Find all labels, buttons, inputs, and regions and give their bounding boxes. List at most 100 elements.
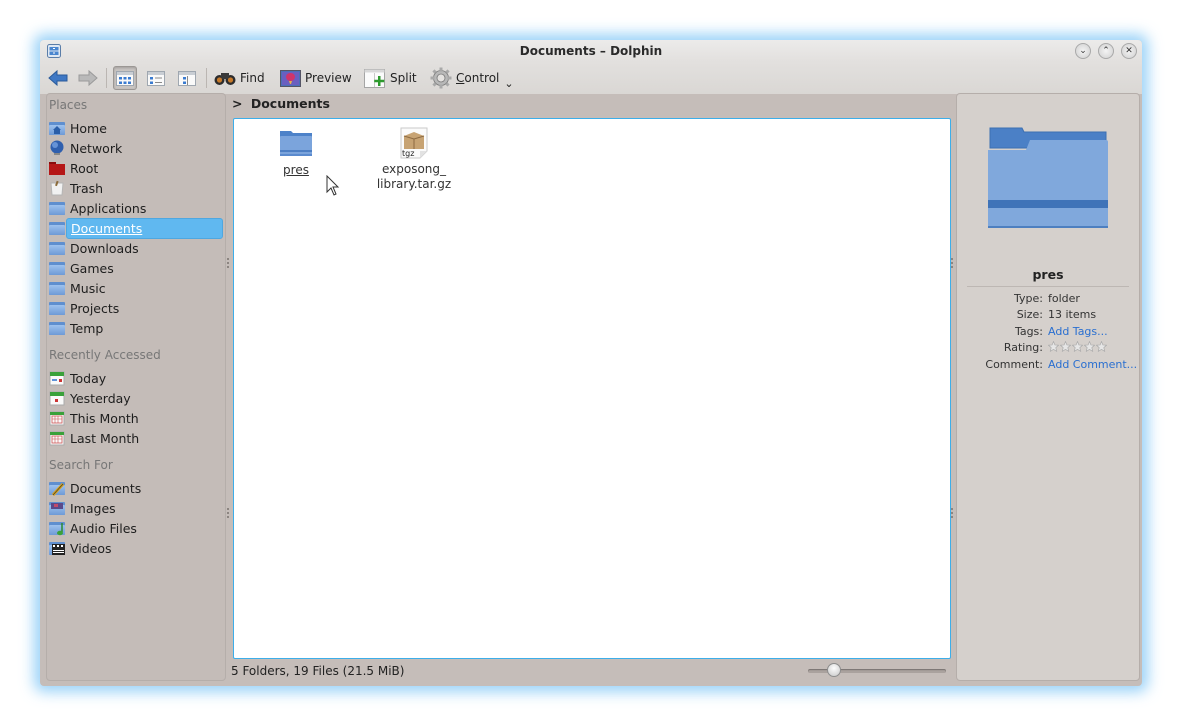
details-view-button[interactable] [144,66,168,90]
find-button[interactable]: Find [214,66,265,90]
search-images[interactable]: Images [49,498,223,518]
places-splitter-handle[interactable] [227,508,230,518]
place-label: Temp [70,320,104,336]
search-documents[interactable]: Documents [49,478,223,498]
rating-star-icon[interactable] [1084,341,1095,352]
place-root[interactable]: Root [49,158,223,178]
recent-label: Last Month [70,430,140,446]
binoculars-icon [214,73,236,85]
folder-icon [49,260,65,276]
info-label: Size: [1016,308,1043,321]
place-label: Music [70,280,106,296]
place-home[interactable]: Home [49,118,223,138]
places-panel: Places Home Network Root Trash Applicati… [46,93,226,681]
file-item-archive[interactable]: tgz exposong_ library.tar.gz [364,127,464,192]
forward-arrow-icon [78,69,98,87]
calendar-month-icon [49,410,65,426]
place-games[interactable]: Games [49,258,223,278]
info-value: folder [1048,292,1080,305]
search-label: Documents [70,480,142,496]
place-music[interactable]: Music [49,278,223,298]
recently-accessed-header: Recently Accessed [49,348,161,362]
compact-view-icon [178,70,196,86]
places-header: Places [49,98,88,112]
search-videos[interactable]: Videos [49,538,223,558]
place-network[interactable]: Network [49,138,223,158]
info-row-rating: Rating: [957,341,1141,357]
recent-label: This Month [70,410,139,426]
forward-button[interactable] [78,66,98,90]
info-row-type: Type: folder [957,292,1141,308]
place-applications[interactable]: Applications [49,198,223,218]
minimize-button[interactable]: ⌄ [1075,43,1091,59]
place-label: Trash [70,180,104,196]
recent-last-month[interactable]: Last Month [49,428,223,448]
network-globe-icon [49,140,65,156]
rating-star-icon[interactable] [1072,341,1083,352]
preview-button[interactable]: Preview [280,66,352,90]
zoom-slider-handle[interactable] [826,663,841,677]
info-row-tags: Tags: Add Tags... [957,325,1141,341]
places-splitter-handle[interactable] [227,258,230,268]
split-button[interactable]: Split [364,66,417,90]
control-label: Control [456,71,499,85]
back-button[interactable] [48,66,68,90]
add-tags-link[interactable]: Add Tags... [1048,325,1108,338]
details-view-icon [147,70,165,86]
folder-icon [49,320,65,336]
root-folder-icon [49,160,65,176]
info-splitter-handle[interactable] [951,508,954,518]
rating-stars[interactable] [1048,341,1108,355]
search-label: Audio Files [70,520,137,536]
location-breadcrumb[interactable]: > Documents [232,96,330,111]
gear-icon [430,67,452,89]
recent-this-month[interactable]: This Month [49,408,223,428]
folder-icon [49,300,65,316]
folder-icon [49,280,65,296]
place-trash[interactable]: Trash [49,178,223,198]
preview-image-icon [280,69,301,87]
place-label: Network [70,140,123,156]
place-label: Projects [70,300,120,316]
recent-label: Today [70,370,107,386]
preview-label: Preview [305,71,352,85]
place-downloads[interactable]: Downloads [49,238,223,258]
place-temp[interactable]: Temp [49,318,223,338]
file-view[interactable]: pres tgz exposong_ library.tar.gz [233,118,951,659]
split-view-icon [364,69,385,88]
rating-star-icon[interactable] [1096,341,1107,352]
close-button[interactable]: ✕ [1121,43,1137,59]
maximize-button[interactable]: ⌃ [1098,43,1114,59]
place-documents[interactable]: Documents [49,217,223,239]
title-bar[interactable]: Documents – Dolphin ⌄ ⌃ ✕ [40,40,1142,62]
compact-view-button[interactable] [175,66,199,90]
recent-yesterday[interactable]: Yesterday [49,388,223,408]
search-for-header: Search For [49,458,113,472]
calendar-month-icon [49,430,65,446]
info-splitter-handle[interactable] [951,258,954,268]
zoom-slider[interactable] [808,663,946,677]
info-label: Tags: [1014,325,1043,338]
rating-star-icon[interactable] [1060,341,1071,352]
place-projects[interactable]: Projects [49,298,223,318]
search-audio-files[interactable]: Audio Files [49,518,223,538]
place-label: Home [70,120,107,136]
folder-icon [49,240,65,256]
recent-today[interactable]: Today [49,368,223,388]
file-item-pres[interactable]: pres [246,129,346,178]
file-name-line1: exposong_ [381,162,447,176]
breadcrumb-current[interactable]: Documents [251,96,330,111]
breadcrumb-separator-icon: > [232,96,243,111]
folder-icon [49,220,65,236]
place-label: Applications [70,200,147,216]
rating-star-icon[interactable] [1048,341,1059,352]
dolphin-window: Documents – Dolphin ⌄ ⌃ ✕ Find Preview S… [40,40,1142,686]
info-row-comment: Comment: Add Comment... [957,358,1141,374]
icons-view-button[interactable] [113,66,137,90]
search-images-icon [49,500,65,516]
window-title: Documents – Dolphin [519,44,663,58]
toolbar-separator [206,68,207,88]
info-item-name: pres [1032,267,1064,282]
add-comment-link[interactable]: Add Comment... [1048,358,1137,371]
control-menu-button[interactable]: Control ⌄ [430,66,514,90]
